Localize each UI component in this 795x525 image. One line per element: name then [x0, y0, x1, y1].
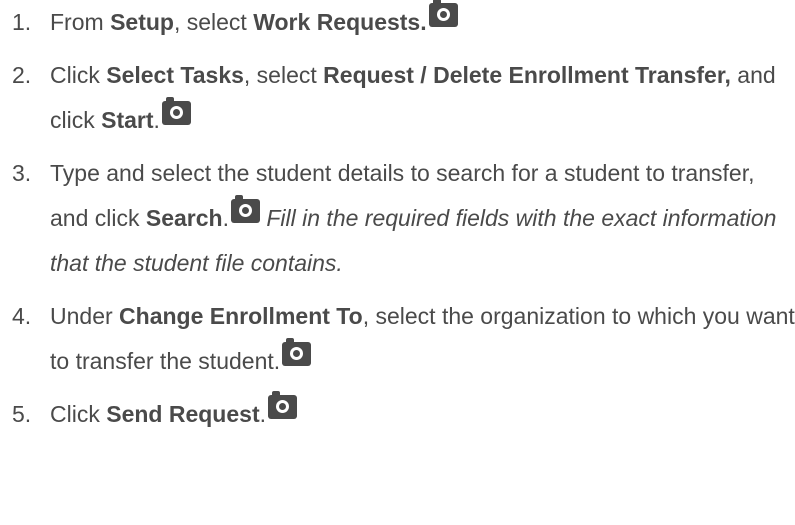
- step-text: , select: [173, 9, 254, 35]
- step-number: 2.: [12, 62, 32, 88]
- step-1: 1. From Setup, select Work Requests.: [0, 0, 795, 45]
- ui-term-select-tasks: Select Tasks: [106, 62, 244, 88]
- step-4: 4. Under Change Enrollment To, select the…: [0, 294, 795, 384]
- step-text: .: [222, 205, 229, 231]
- step-2: 2. Click Select Tasks, select Request / D…: [0, 53, 795, 143]
- step-text: Click: [50, 401, 107, 427]
- step-text: Under: [50, 303, 120, 329]
- ui-term-work-requests: Work Requests.: [253, 9, 427, 35]
- ui-term-setup: Setup: [110, 9, 174, 35]
- ui-term-send-request: Send Request: [106, 401, 260, 427]
- step-number: 4.: [12, 303, 32, 329]
- step-3: 3. Type and select the student details to…: [0, 151, 795, 286]
- camera-icon[interactable]: [282, 338, 312, 366]
- camera-icon[interactable]: [230, 195, 260, 223]
- step-text: From: [50, 9, 111, 35]
- step-text: , select: [243, 62, 324, 88]
- step-5: 5. Click Send Request.: [0, 391, 795, 437]
- step-number: 1.: [12, 9, 32, 35]
- ui-term-change-enrollment-to: Change Enrollment To: [119, 303, 363, 329]
- step-text: .: [259, 401, 266, 427]
- ui-term-start: Start: [101, 107, 154, 133]
- instruction-steps: 1. From Setup, select Work Requests. 2. Cl…: [0, 0, 795, 437]
- ui-term-request-delete-enrollment-transfer: Request / Delete Enrollment Transfer,: [323, 62, 731, 88]
- step-text: Click: [50, 62, 107, 88]
- step-number: 5.: [12, 401, 32, 427]
- step-text: .: [153, 107, 160, 133]
- camera-icon[interactable]: [161, 97, 191, 125]
- camera-icon[interactable]: [428, 0, 458, 27]
- camera-icon[interactable]: [268, 391, 297, 419]
- ui-term-search: Search: [145, 205, 223, 231]
- step-number: 3.: [12, 160, 32, 186]
